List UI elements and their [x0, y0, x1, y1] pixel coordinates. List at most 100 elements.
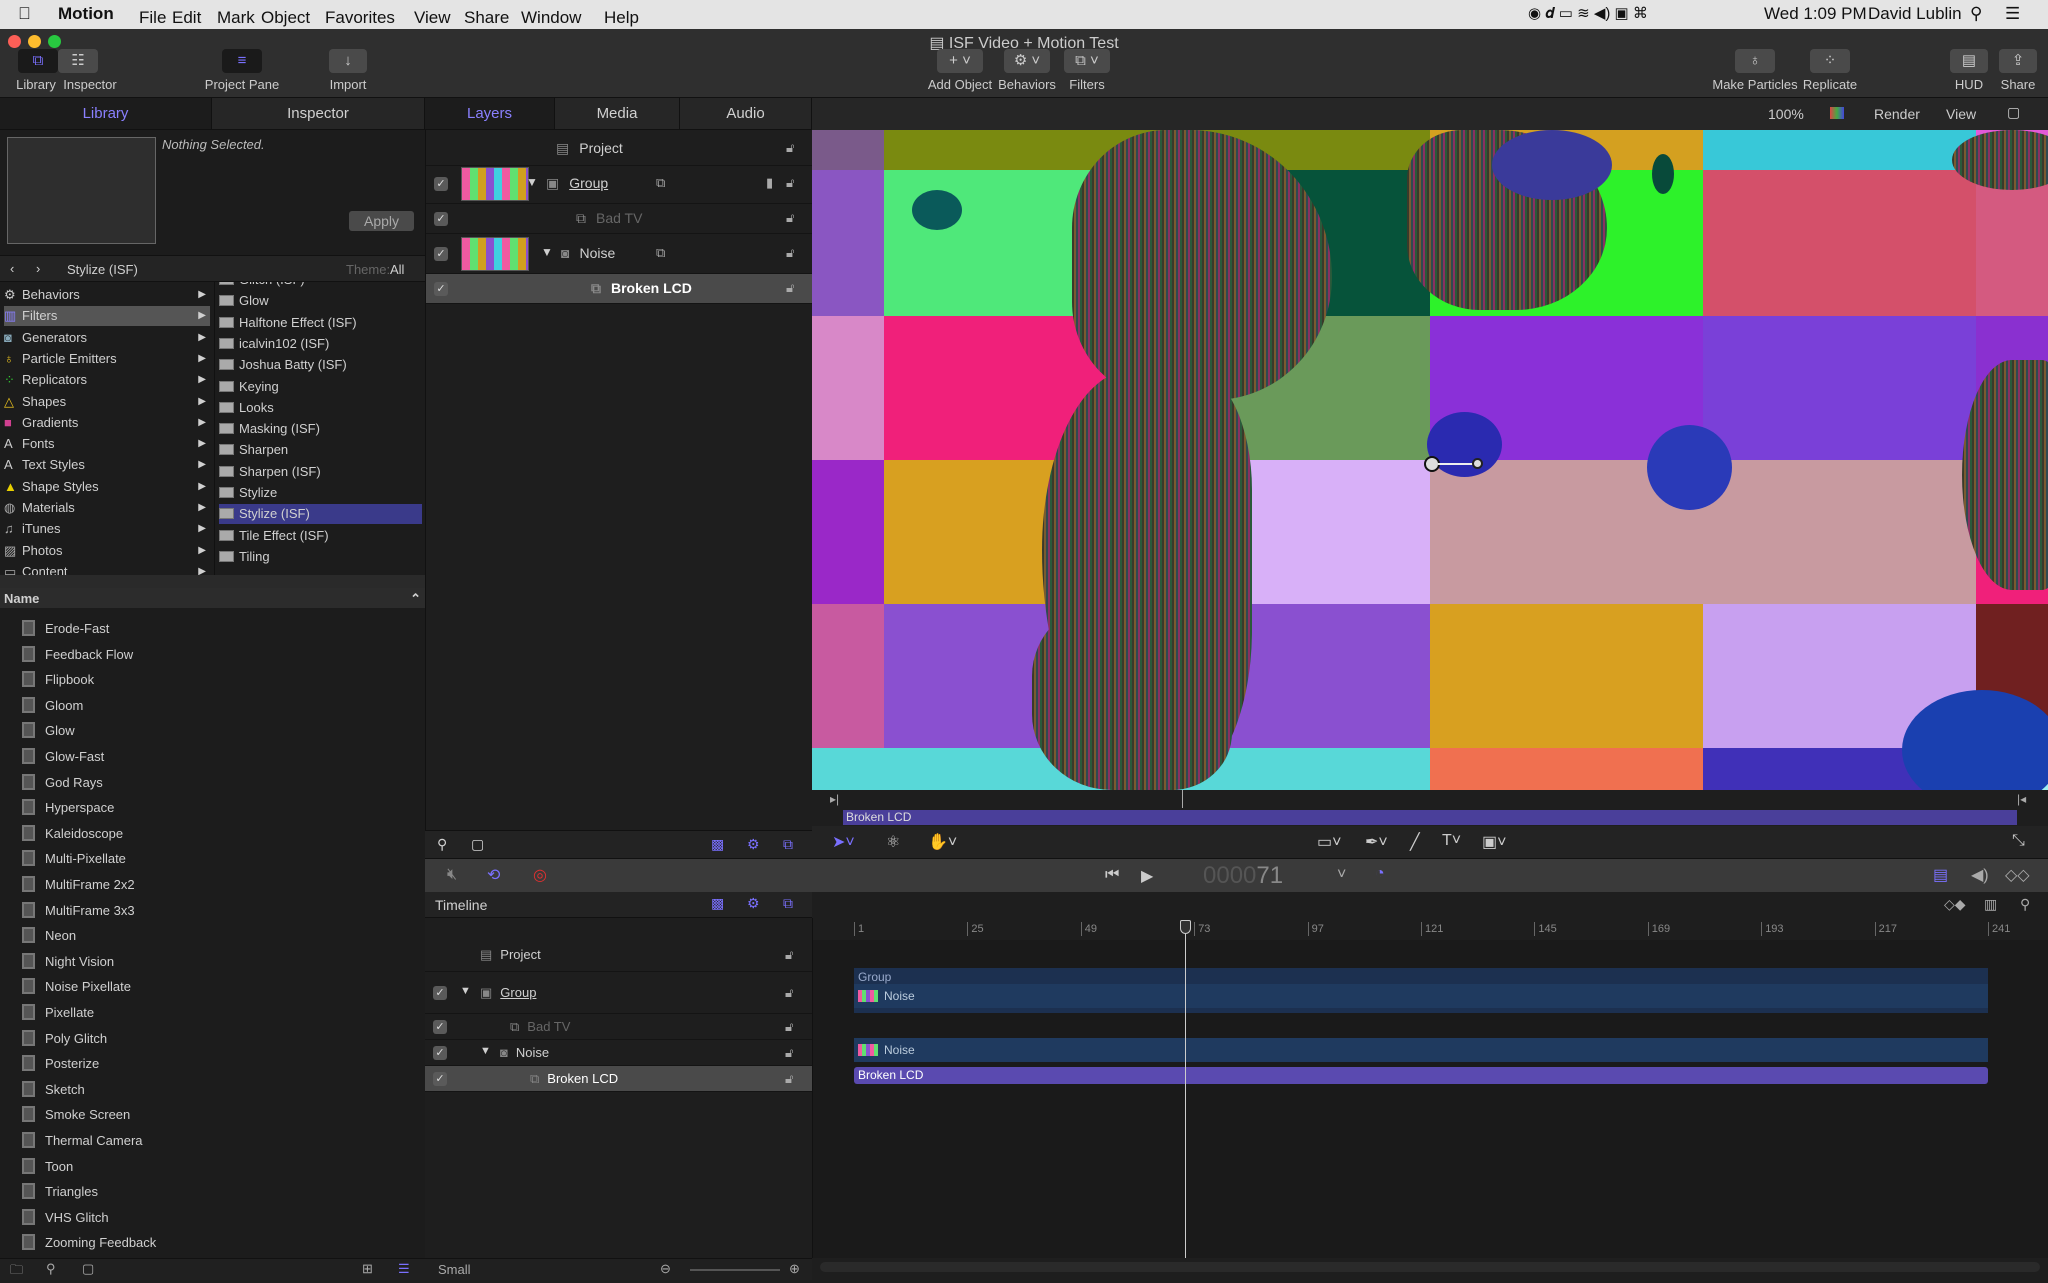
fullscreen-icon[interactable]: ⤡	[2012, 832, 2025, 850]
forward-button[interactable]: ›	[36, 261, 40, 276]
apply-button[interactable]: Apply	[349, 211, 414, 231]
layer-row[interactable]: ✓ ⧉ Bad TV 🔓︎	[426, 204, 813, 234]
category-shape-styles[interactable]: ▲ Shape Styles ▶	[4, 477, 210, 497]
name-column-header[interactable]: Name ⌃	[0, 588, 425, 608]
search-icon[interactable]: ⚲	[46, 1261, 56, 1277]
paint-tool-icon[interactable]: ╱	[1410, 832, 1420, 852]
zoom-slider[interactable]	[690, 1269, 780, 1271]
list-item[interactable]: Multi-Pixellate	[22, 848, 126, 870]
disclosure-triangle-icon[interactable]: ▼	[480, 1045, 491, 1057]
visibility-checkbox[interactable]: ✓	[433, 1020, 447, 1034]
visibility-checkbox[interactable]: ✓	[433, 1072, 447, 1086]
category-materials[interactable]: ◍ Materials ▶	[4, 498, 210, 518]
subfolder-item[interactable]: Keying	[219, 377, 422, 397]
mask-tool-icon[interactable]: ▣˅	[1482, 832, 1506, 852]
show-masks-icon[interactable]: ⧉	[783, 836, 793, 853]
blend-mode-icon[interactable]: ⧉	[656, 245, 665, 261]
visibility-checkbox[interactable]: ✓	[433, 986, 447, 1000]
list-item[interactable]: Thermal Camera	[22, 1130, 143, 1152]
lock-icon[interactable]: 🔓︎	[785, 1019, 793, 1035]
lock-icon[interactable]: 🔓︎	[786, 175, 794, 191]
list-item[interactable]: Feedback Flow	[22, 644, 133, 666]
list-item[interactable]: Poly Glitch	[22, 1028, 107, 1050]
inspector-toggle[interactable]: ☷	[58, 49, 98, 73]
status-icons[interactable]: ◉ 𝒅 ▭ ≋ ◀) ▣ ⌘	[1528, 4, 1648, 22]
list-item[interactable]: Pixellate	[22, 1002, 94, 1024]
subfolder-item[interactable]: Halftone Effect (ISF)	[219, 313, 422, 333]
subfolder-item[interactable]: Tile Effect (ISF)	[219, 526, 422, 546]
lock-icon[interactable]: 🔓︎	[786, 140, 794, 156]
audio-timeline-icon[interactable]: ◀)	[1971, 865, 1989, 885]
playhead-handle[interactable]	[1179, 920, 1191, 934]
subfolder-item[interactable]: Masking (ISF)	[219, 419, 422, 439]
notification-icon[interactable]: ☰	[2005, 4, 2020, 24]
subfolder-item[interactable]: Glitch (ISF)	[219, 282, 422, 290]
disclosure-triangle-icon[interactable]: ▼	[526, 175, 538, 189]
list-item[interactable]: Gloom	[22, 695, 83, 717]
apple-icon[interactable]: 	[18, 4, 31, 24]
lock-icon[interactable]: 🔓︎	[786, 280, 794, 296]
lock-icon[interactable]: 🔓︎	[786, 245, 794, 261]
spotlight-icon[interactable]: ⚲	[1970, 4, 1982, 24]
category-replicators[interactable]: ⁘ Replicators ▶	[4, 370, 210, 390]
layer-row[interactable]: ✓ ▼ ◙ Noise ⧉ 🔓︎	[426, 234, 813, 274]
visibility-checkbox[interactable]: ✓	[434, 177, 448, 191]
channels-icon[interactable]	[1830, 107, 1844, 119]
layer-row[interactable]: ▤ Project 🔓︎	[426, 132, 813, 166]
list-item[interactable]: Hyperspace	[22, 797, 114, 819]
mini-timeline[interactable]: ▸| |◂ Broken LCD	[812, 790, 2048, 826]
3d-transform-icon[interactable]: ⚛	[886, 832, 900, 852]
behaviors-button[interactable]: ⚙ ˅	[1004, 49, 1050, 73]
menu-window[interactable]: Window	[521, 8, 581, 28]
out-point-marker[interactable]: |◂	[2017, 792, 2026, 806]
category-gradients[interactable]: ■ Gradients ▶	[4, 413, 210, 433]
subfolder-item[interactable]: Tiling	[219, 547, 422, 567]
timeline-toggle-icon[interactable]: ▤	[1933, 865, 1948, 885]
select-tool-icon[interactable]: ➤˅	[832, 832, 855, 852]
menu-app[interactable]: Motion	[58, 4, 114, 24]
theme-dropdown[interactable]: All	[390, 262, 404, 277]
thumbnail-toggle-icon[interactable]: ▢	[471, 836, 484, 853]
keyframe-nav-icon[interactable]: ◇◆	[1944, 896, 1966, 913]
timeline-layer-row[interactable]: ✓ ⧉ Broken LCD 🔓︎	[425, 1066, 812, 1092]
category-content[interactable]: ▭ Content ▶	[4, 562, 210, 575]
category-generators[interactable]: ◙ Generators ▶	[4, 328, 210, 348]
layer-row[interactable]: ✓ ▼ ▣ Group ⧉ ▮ 🔓︎	[426, 164, 813, 204]
show-filters-icon[interactable]: ▩	[711, 895, 724, 912]
filters-button[interactable]: ⧉ ˅	[1064, 49, 1110, 73]
timeline-layer-row[interactable]: ▤ Project 🔓︎	[425, 938, 812, 972]
snapping-icon[interactable]: ▥	[1984, 896, 1997, 913]
back-button[interactable]: ‹	[10, 261, 14, 276]
timecode-dropdown[interactable]: ˅	[1337, 866, 1346, 884]
show-filters-icon[interactable]: ▩	[711, 836, 724, 853]
lock-icon[interactable]: 🔓︎	[785, 1071, 793, 1087]
preview-toggle-icon[interactable]: ▢	[82, 1261, 94, 1277]
zoom-level-dropdown[interactable]: 100%	[1768, 106, 1804, 122]
path-dropdown[interactable]: Stylize (ISF)	[67, 262, 138, 277]
in-point-marker[interactable]: ▸|	[830, 792, 839, 806]
timeline-ruler[interactable]: 1 25 49 73 97 121 145 169 193 217 241	[813, 918, 2048, 940]
timeline-layer-row[interactable]: ✓ ▼ ▣ Group 🔓︎	[425, 972, 812, 1014]
menu-view[interactable]: View	[414, 8, 451, 28]
subfolder-item[interactable]: Joshua Batty (ISF)	[219, 355, 422, 375]
render-dropdown[interactable]: Render	[1874, 106, 1920, 122]
timeline-layer-row[interactable]: ✓ ⧉ Bad TV 🔓︎	[425, 1014, 812, 1040]
list-item[interactable]: Sketch	[22, 1079, 85, 1101]
grid-view-icon[interactable]: ⊞	[362, 1261, 373, 1277]
rotation-handle[interactable]	[1472, 458, 1483, 469]
loop-icon[interactable]: ⟲	[487, 865, 500, 885]
blend-mode-icon[interactable]: ⧉	[656, 175, 665, 191]
list-item[interactable]: Neon	[22, 925, 76, 947]
layout-icon[interactable]: ▢	[2007, 104, 2020, 121]
noise-track-bar[interactable]: Noise	[854, 1038, 1988, 1062]
subfolder-item[interactable]: Stylize	[219, 483, 422, 503]
hud-button[interactable]: ▤	[1950, 49, 1988, 73]
list-item[interactable]: Triangles	[22, 1181, 98, 1203]
list-view-icon[interactable]: ☰	[398, 1261, 410, 1277]
menu-mark[interactable]: Mark	[217, 8, 255, 28]
list-item[interactable]: Erode-Fast	[22, 618, 109, 640]
layer-row[interactable]: ✓ ⧉ Broken LCD 🔓︎	[426, 274, 813, 304]
tab-layers[interactable]: Layers	[425, 98, 555, 130]
list-item[interactable]: MultiFrame 2x2	[22, 874, 135, 896]
visibility-checkbox[interactable]: ✓	[433, 1046, 447, 1060]
